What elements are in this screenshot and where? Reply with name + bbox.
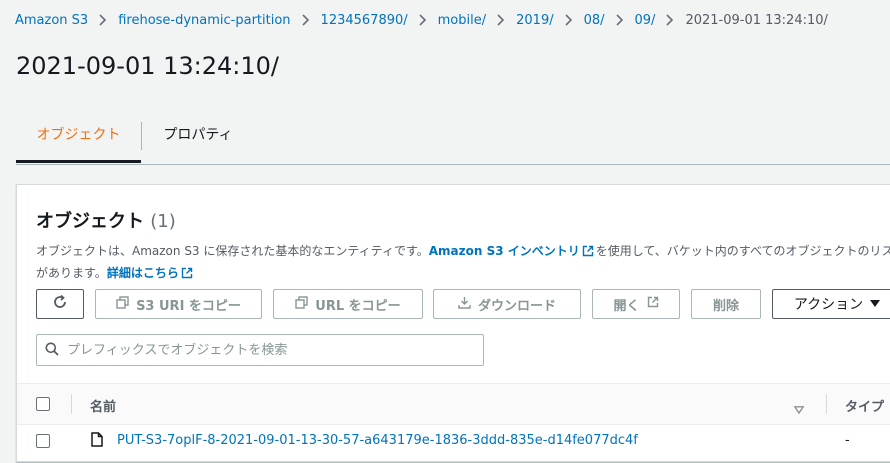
- copy-url-button[interactable]: URL をコピー: [273, 289, 423, 319]
- table-row[interactable]: PUT-S3-7oplF-8-2021-09-01-13-30-57-a6431…: [17, 424, 890, 458]
- file-icon: [91, 432, 103, 451]
- tab-bar: オブジェクト プロパティ: [16, 110, 890, 165]
- breadcrumb-folder-month[interactable]: 08/: [584, 13, 605, 28]
- open-button[interactable]: 開く: [592, 289, 680, 319]
- copy-s3-uri-label: S3 URI をコピー: [136, 298, 241, 314]
- chevron-right-icon: [291, 13, 321, 28]
- column-divider[interactable]: [826, 394, 827, 414]
- description-text-1: オブジェクトは、Amazon S3 に保存された基本的なエンティティです。: [36, 244, 429, 258]
- page-title: 2021-09-01 13:24:10/: [16, 52, 279, 80]
- breadcrumb-folder-account[interactable]: 1234567890/: [321, 13, 408, 28]
- actions-label: アクション: [793, 297, 864, 313]
- object-type: -: [845, 433, 850, 448]
- search-input[interactable]: [65, 341, 483, 359]
- select-all-checkbox[interactable]: [36, 397, 50, 411]
- actions-dropdown[interactable]: アクション: [772, 289, 890, 319]
- description-text-2: を使用して、バケット内のすべてのオブジェクトのリスト: [595, 244, 890, 258]
- breadcrumb: Amazon S3 firehose-dynamic-partition 123…: [15, 10, 890, 30]
- chevron-right-icon: [486, 13, 516, 28]
- table-header: 名前 タイプ: [17, 383, 890, 425]
- breadcrumb-current: 2021-09-01 13:24:10/: [685, 12, 828, 28]
- copy-url-label: URL をコピー: [315, 298, 401, 314]
- sort-down-icon[interactable]: [793, 399, 805, 418]
- external-link-icon[interactable]: [582, 243, 594, 263]
- panel-description: オブジェクトは、Amazon S3 に保存された基本的なエンティティです。Ama…: [36, 241, 890, 285]
- panel-title: オブジェクト (1): [36, 207, 176, 233]
- breadcrumb-amazon-s3[interactable]: Amazon S3: [15, 13, 88, 28]
- refresh-button[interactable]: [36, 289, 84, 319]
- description-text-3: があります。: [36, 266, 107, 280]
- search-icon: [45, 341, 59, 360]
- breadcrumb-folder-day[interactable]: 09/: [635, 13, 656, 28]
- open-label: 開く: [613, 298, 640, 314]
- tab-properties[interactable]: プロパティ: [144, 110, 252, 162]
- delete-button[interactable]: 削除: [691, 289, 761, 319]
- object-name-link[interactable]: PUT-S3-7oplF-8-2021-09-01-13-30-57-a6431…: [117, 433, 638, 448]
- copy-icon: [116, 295, 129, 313]
- column-header-name[interactable]: 名前: [90, 396, 116, 415]
- row-checkbox[interactable]: [36, 434, 50, 448]
- refresh-icon: [52, 294, 68, 314]
- search-box: [36, 334, 484, 366]
- column-divider: [71, 394, 72, 414]
- chevron-right-icon: [88, 13, 118, 28]
- copy-icon: [295, 295, 308, 313]
- delete-label: 削除: [712, 298, 739, 314]
- caret-down-icon: [870, 296, 881, 312]
- breadcrumb-folder-mobile[interactable]: mobile/: [438, 13, 486, 28]
- breadcrumb-folder-year[interactable]: 2019/: [516, 13, 553, 28]
- download-button[interactable]: ダウンロード: [433, 289, 581, 319]
- panel-title-text: オブジェクト: [36, 211, 144, 232]
- column-header-type[interactable]: タイプ: [845, 396, 884, 415]
- objects-panel: オブジェクト (1) オブジェクトは、Amazon S3 に保存された基本的なエ…: [16, 184, 890, 462]
- object-count: (1): [150, 211, 176, 232]
- tab-divider: [141, 122, 142, 150]
- copy-s3-uri-button[interactable]: S3 URI をコピー: [95, 289, 262, 319]
- inventory-link[interactable]: Amazon S3 インベントリ: [429, 244, 580, 258]
- chevron-right-icon: [605, 13, 635, 28]
- external-link-icon[interactable]: [181, 265, 193, 285]
- download-label: ダウンロード: [477, 298, 556, 314]
- download-icon: [458, 296, 471, 313]
- tab-objects[interactable]: オブジェクト: [16, 110, 141, 163]
- chevron-right-icon: [554, 13, 584, 28]
- chevron-right-icon: [408, 13, 438, 28]
- learn-more-link[interactable]: 詳細はこちら: [107, 266, 179, 280]
- external-link-icon: [647, 296, 659, 312]
- breadcrumb-bucket[interactable]: firehose-dynamic-partition: [118, 13, 290, 28]
- chevron-right-icon: [655, 13, 685, 28]
